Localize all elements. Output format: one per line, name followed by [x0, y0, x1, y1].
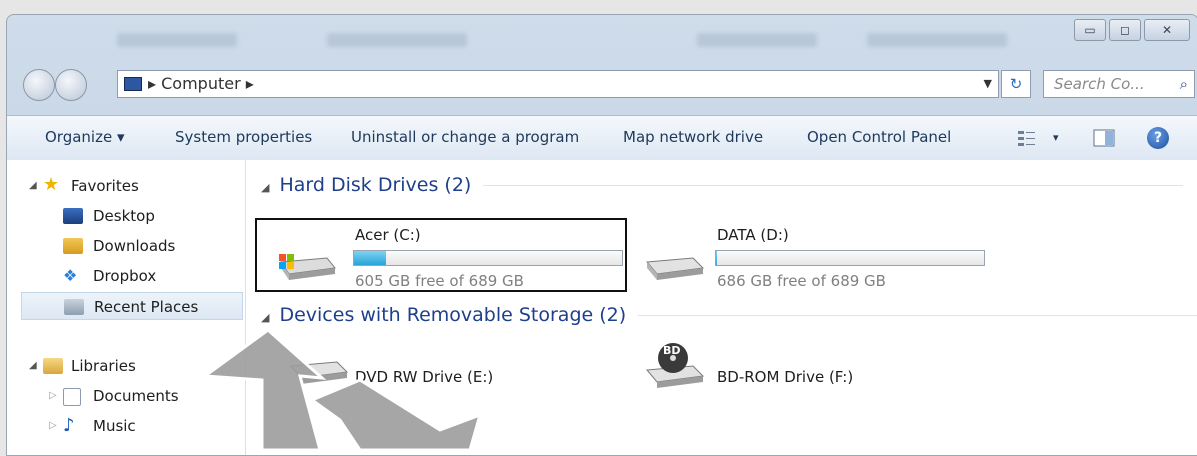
map-network-drive-button[interactable]: Map network drive	[623, 128, 763, 146]
nav-label: Dropbox	[93, 267, 157, 285]
address-dropdown-icon[interactable]: ▼	[984, 71, 992, 97]
system-properties-button[interactable]: System properties	[175, 128, 312, 146]
nav-item-recent-places[interactable]: Recent Places	[21, 292, 243, 320]
drive-name: DVD RW Drive (E:)	[355, 368, 494, 386]
back-button[interactable]	[23, 69, 55, 101]
window-controls: ▭ ◻ ✕	[1074, 19, 1190, 41]
minimize-button[interactable]: ▭	[1074, 19, 1106, 41]
change-view-icon[interactable]	[1017, 128, 1037, 148]
address-bar[interactable]: ▸ Computer ▸ ▼	[117, 70, 999, 98]
maximize-button[interactable]: ◻	[1109, 19, 1141, 41]
preview-pane-icon[interactable]	[1093, 128, 1115, 148]
expand-triangle-icon[interactable]: ◢	[29, 172, 37, 200]
music-icon: ♪	[63, 415, 75, 436]
nav-item-favorites[interactable]: ◢ ★ Favorites	[7, 172, 243, 200]
help-icon[interactable]: ?	[1147, 127, 1169, 149]
search-placeholder: Search Co...	[1054, 75, 1145, 93]
explorer-body: ◢ ★ Favorites Desktop Downloads ❖ Dropbo…	[7, 160, 1197, 455]
content-pane: ◢ Hard Disk Drives (2) Acer (C:) 605 GB f…	[247, 160, 1197, 455]
group-divider	[638, 315, 1197, 316]
drive-free-space: 686 GB free of 689 GB	[717, 272, 886, 290]
collapse-triangle-icon[interactable]: ◢	[261, 181, 269, 194]
computer-icon	[124, 77, 142, 91]
bd-badge: BD	[663, 344, 681, 357]
dropbox-icon: ❖	[63, 266, 78, 285]
group-header-removable-storage[interactable]: ◢ Devices with Removable Storage (2)	[261, 304, 1197, 326]
nav-label: Favorites	[71, 177, 139, 195]
recent-places-icon	[64, 299, 84, 315]
explorer-window: ▭ ◻ ✕ ▸ Computer ▸ ▼ ↻ Search Co... ⌕ Or…	[6, 14, 1197, 456]
star-icon: ★	[43, 174, 60, 195]
nav-item-downloads[interactable]: Downloads	[7, 232, 243, 260]
drive-usage-fill	[716, 251, 718, 265]
nav-item-music[interactable]: ▷ ♪ Music	[7, 412, 243, 440]
search-input[interactable]: Search Co... ⌕	[1043, 70, 1195, 98]
close-button[interactable]: ✕	[1144, 19, 1190, 41]
group-title: Hard Disk Drives (2)	[279, 174, 472, 196]
view-options-dropdown[interactable]: ▾	[1053, 131, 1059, 144]
navigation-pane: ◢ ★ Favorites Desktop Downloads ❖ Dropbo…	[7, 160, 246, 455]
collapse-triangle-icon[interactable]: ▷	[49, 412, 57, 440]
nav-label: Downloads	[93, 237, 176, 255]
nav-item-libraries[interactable]: ◢ Libraries	[7, 352, 243, 380]
drive-selection-highlight	[255, 218, 627, 292]
collapse-triangle-icon[interactable]: ◢	[261, 311, 269, 324]
libraries-icon	[43, 358, 63, 374]
dvd-drive-icon	[290, 361, 349, 384]
command-bar: Organize ▾ System properties Uninstall o…	[7, 115, 1197, 161]
navigation-bar: ▸ Computer ▸ ▼ ↻ Search Co... ⌕	[19, 67, 1195, 101]
refresh-button[interactable]: ↻	[1001, 70, 1031, 98]
nav-label: Recent Places	[94, 298, 199, 316]
breadcrumb[interactable]: ▸ Computer ▸	[148, 71, 254, 97]
desktop-icon	[63, 208, 83, 224]
group-header-hard-disk-drives[interactable]: ◢ Hard Disk Drives (2)	[261, 174, 1184, 196]
nav-item-desktop[interactable]: Desktop	[7, 202, 243, 230]
magnifier-icon[interactable]: ⌕	[1180, 71, 1188, 97]
collapse-triangle-icon[interactable]: ▷	[49, 382, 57, 410]
forward-button[interactable]	[55, 69, 87, 101]
hard-drive-icon	[646, 257, 705, 280]
group-divider	[483, 185, 1184, 186]
downloads-icon	[63, 238, 83, 254]
organize-menu[interactable]: Organize ▾	[45, 128, 125, 146]
nav-label: Libraries	[71, 357, 136, 375]
open-control-panel-button[interactable]: Open Control Panel	[807, 128, 951, 146]
nav-label: Desktop	[93, 207, 155, 225]
uninstall-program-button[interactable]: Uninstall or change a program	[351, 128, 579, 146]
expand-triangle-icon[interactable]: ◢	[29, 352, 37, 380]
nav-label: Documents	[93, 387, 179, 405]
drive-name: BD-ROM Drive (F:)	[717, 368, 854, 386]
nav-item-documents[interactable]: ▷ Documents	[7, 382, 243, 410]
nav-item-dropbox[interactable]: ❖ Dropbox	[7, 262, 243, 290]
drive-name: DATA (D:)	[717, 226, 789, 244]
nav-label: Music	[93, 417, 136, 435]
documents-icon	[63, 388, 81, 406]
group-title: Devices with Removable Storage (2)	[279, 304, 627, 326]
drive-usage-bar	[715, 250, 985, 266]
